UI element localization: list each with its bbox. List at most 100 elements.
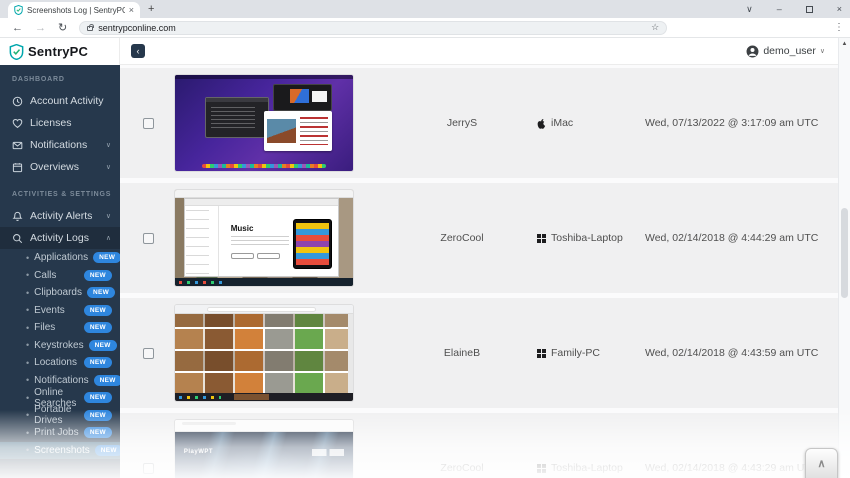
section-header-dashboard: DASHBOARD	[12, 76, 65, 83]
user-cell: JerryS	[446, 117, 478, 129]
sidebar-item-portable-drives[interactable]: • Portable Drives NEW	[0, 404, 120, 427]
sidebar-item-label: Notifications	[30, 139, 88, 151]
sidebar-item-overviews[interactable]: Overviews ∨	[0, 156, 120, 178]
sidebar-item-locations[interactable]: • Locations NEW	[0, 354, 120, 372]
sidebar-item-label: Activity Alerts	[30, 210, 93, 222]
forward-icon[interactable]: →	[35, 22, 46, 34]
sidebar-item-licenses[interactable]: Licenses	[0, 112, 120, 134]
scrollbar-thumb[interactable]	[841, 208, 848, 298]
browser-menu-icon[interactable]: ⋮	[834, 22, 844, 33]
sidebar-item-label: Overviews	[30, 161, 80, 173]
sidebar-item-label: Clipboards	[34, 287, 82, 299]
new-tab-button[interactable]: +	[148, 3, 154, 15]
row-checkbox[interactable]	[143, 117, 154, 129]
app-topbar: ‹ demo_user ∨	[120, 38, 838, 65]
sidebar-item-label: Activity Logs	[30, 232, 89, 244]
screenshot-thumbnail[interactable]: Music	[175, 190, 353, 286]
minimize-button[interactable]: –	[777, 4, 782, 14]
thumb-itunes-window: Music	[183, 197, 339, 278]
device-cell: iMac	[537, 117, 645, 129]
new-badge: NEW	[94, 444, 120, 456]
sidebar: SentryPC DASHBOARD Account Activity Lice…	[0, 38, 120, 478]
screenshot-thumbnail[interactable]: PlayWPT PLAY FREE POKER	[175, 420, 353, 478]
bullet-icon: •	[26, 340, 30, 351]
sidebar-item-activity-logs[interactable]: Activity Logs ∧	[0, 227, 120, 249]
bullet-icon: •	[26, 322, 30, 333]
sidebar-item-label: Screenshots	[34, 444, 90, 456]
thumb-taskbar	[175, 393, 353, 401]
tab-close-icon[interactable]: ×	[129, 5, 134, 15]
tab-search-icon[interactable]: ∨	[746, 4, 753, 14]
sidebar-item-label: Portable Drives	[34, 404, 72, 427]
new-badge: NEW	[83, 392, 112, 404]
chevron-down-icon: ∨	[105, 164, 111, 171]
sidebar-item-calls[interactable]: • Calls NEW	[0, 267, 120, 285]
sidebar-item-activity-alerts[interactable]: Activity Alerts ∨	[0, 205, 120, 227]
browser-window: Screenshots Log | SentryPC × + ∨ – × ← →…	[0, 0, 850, 478]
screenshot-thumbnail[interactable]	[175, 75, 353, 171]
windows-icon	[537, 348, 546, 358]
device-name: Toshiba-Laptop	[551, 232, 623, 244]
bullet-icon: •	[26, 252, 30, 263]
sidebar-item-screenshots[interactable]: • Screenshots NEW	[0, 441, 120, 459]
device-name: iMac	[551, 117, 574, 129]
chevron-down-icon: ∨	[819, 48, 825, 55]
bullet-icon: •	[26, 305, 30, 316]
sidebar-collapse-button[interactable]: ‹	[131, 44, 145, 58]
heart-icon	[12, 118, 23, 128]
thumb-window-titlebar	[184, 198, 338, 206]
maximize-button[interactable]	[805, 5, 813, 13]
scrollbar-up-arrow-icon[interactable]: ▲	[839, 41, 850, 47]
screenshots-log-list: JerryS iMac Wed, 07/13/2022 @ 3:17:09 am…	[120, 65, 838, 478]
sidebar-item-events[interactable]: • Events NEW	[0, 302, 120, 320]
sidebar-item-notifications[interactable]: Notifications ∨	[0, 134, 120, 156]
scroll-to-top-button[interactable]: ∧	[805, 448, 838, 478]
window-controls: ∨ – ×	[746, 0, 842, 18]
browser-titlebar: Screenshots Log | SentryPC × + ∨ – ×	[0, 0, 850, 18]
device-cell: Toshiba-Laptop	[537, 462, 645, 474]
reload-icon[interactable]: ↻	[58, 21, 67, 34]
sidebar-item-account-activity[interactable]: Account Activity	[0, 90, 120, 112]
sidebar-item-print-jobs[interactable]: • Print Jobs NEW	[0, 424, 120, 442]
back-icon[interactable]: ←	[12, 22, 23, 34]
new-badge: NEW	[93, 252, 120, 264]
bullet-icon: •	[26, 427, 30, 438]
sentrypc-logo[interactable]: SentryPC	[0, 38, 120, 65]
thumb-scrollbar	[347, 313, 353, 394]
close-window-button[interactable]: ×	[837, 4, 842, 14]
magnifier-icon	[13, 233, 23, 243]
page-scrollbar[interactable]: ▲	[838, 38, 850, 478]
thumb-button	[256, 253, 280, 260]
timestamp-cell: Wed, 07/13/2022 @ 3:17:09 am UTC	[645, 117, 819, 129]
thumb-window-sidebar	[184, 205, 219, 277]
url-text: sentrypconline.com	[98, 22, 176, 33]
sidebar-item-clipboards[interactable]: • Clipboards NEW	[0, 284, 120, 302]
user-cell: ZeroCool	[440, 232, 484, 244]
user-cell: ElaineB	[443, 347, 481, 359]
table-row: Music ZeroCool Toshiba-Laptop Wed, 02/14…	[120, 183, 838, 293]
bullet-icon: •	[26, 392, 30, 403]
device-name: Family-PC	[551, 347, 600, 359]
username-label: demo_user	[763, 45, 816, 57]
user-menu[interactable]: demo_user ∨	[746, 45, 825, 58]
row-checkbox[interactable]	[143, 462, 154, 474]
table-row: ElaineB Family-PC Wed, 02/14/2018 @ 4:43…	[120, 298, 838, 408]
logo-text: SentryPC	[28, 44, 89, 59]
envelope-icon	[12, 141, 23, 149]
calendar-icon	[12, 162, 23, 172]
new-badge: NEW	[93, 374, 120, 386]
screenshot-thumbnail[interactable]	[175, 305, 353, 401]
apple-icon	[537, 118, 546, 129]
sidebar-item-keystrokes[interactable]: • Keystrokes NEW	[0, 337, 120, 355]
row-checkbox[interactable]	[143, 347, 154, 359]
address-bar[interactable]: sentrypconline.com ☆	[79, 20, 668, 35]
sidebar-item-applications[interactable]: • Applications NEW	[0, 249, 120, 267]
avatar-icon	[746, 45, 759, 57]
browser-tab[interactable]: Screenshots Log | SentryPC ×	[8, 2, 140, 18]
bullet-icon: •	[26, 270, 30, 281]
sidebar-item-files[interactable]: • Files NEW	[0, 319, 120, 337]
table-row: JerryS iMac Wed, 07/13/2022 @ 3:17:09 am…	[120, 68, 838, 178]
bookmark-star-icon[interactable]: ☆	[651, 22, 659, 33]
thumb-menubar	[175, 75, 353, 79]
row-checkbox[interactable]	[143, 232, 154, 244]
